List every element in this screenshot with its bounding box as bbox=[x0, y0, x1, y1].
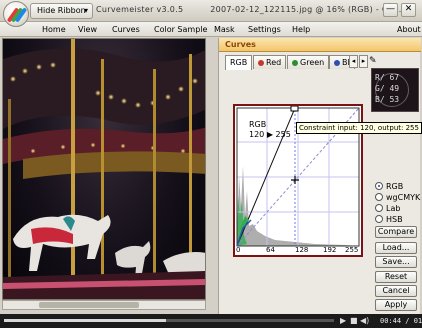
radio-lab-icon[interactable] bbox=[375, 204, 383, 212]
x-tick-64: 64 bbox=[266, 246, 275, 254]
x-tick-128: 128 bbox=[295, 246, 309, 254]
close-button[interactable]: ✕ bbox=[401, 3, 416, 17]
menu-color-sample[interactable]: Color Sample bbox=[154, 24, 207, 35]
menu-bar: Home View Curves Color Sample Mask Setti… bbox=[0, 22, 422, 37]
tab-scroll-right-icon[interactable]: ▸ bbox=[359, 55, 368, 68]
blue-channel-icon bbox=[334, 60, 340, 66]
save-button[interactable]: Save... bbox=[375, 256, 417, 268]
quick-access-dropdown-icon[interactable]: ▾ bbox=[84, 5, 88, 17]
mode-wgcmyk[interactable]: wgCMYK bbox=[375, 193, 420, 203]
green-channel-icon bbox=[292, 60, 298, 66]
document-info: 2007-02-12_122115.jpg @ 16% (RGB) - Cu..… bbox=[210, 5, 402, 14]
minimize-button[interactable]: — bbox=[383, 3, 398, 17]
x-tick-192: 192 bbox=[323, 246, 337, 254]
panel-title: Curves bbox=[225, 40, 256, 49]
stop-icon[interactable]: ■ bbox=[350, 317, 358, 325]
seek-bar[interactable] bbox=[4, 319, 334, 322]
menu-settings[interactable]: Settings bbox=[248, 24, 281, 35]
compare-button[interactable]: Compare bbox=[375, 226, 417, 238]
tab-scroll-left-icon[interactable]: ◂ bbox=[349, 55, 358, 68]
curve-output-value: 255 bbox=[275, 130, 291, 139]
mode-hsb-label: HSB bbox=[386, 215, 403, 224]
readout-b: B/ 53 bbox=[375, 95, 400, 104]
scrollbar-thumb[interactable] bbox=[39, 302, 139, 308]
tab-rgb[interactable]: RGB bbox=[225, 55, 253, 70]
mode-hsb[interactable]: HSB bbox=[375, 215, 403, 225]
tab-rgb-label: RGB bbox=[230, 58, 248, 67]
tab-red[interactable]: Red bbox=[253, 55, 287, 69]
curves-panel: Curves RGB Red Green Bl ◂ ▸ ✎ R/ 67 G/ 4… bbox=[218, 38, 422, 314]
radio-rgb-icon[interactable] bbox=[375, 182, 383, 190]
arrow-right-icon: ▶ bbox=[266, 130, 273, 139]
curve-channel-label: RGB bbox=[249, 120, 267, 129]
menu-mask[interactable]: Mask bbox=[214, 24, 235, 35]
playback-time: 00:44 / 01:29 bbox=[380, 317, 422, 325]
app-name: Curvemeister v3.0.5 bbox=[96, 5, 184, 14]
readout-g: G/ 49 bbox=[375, 84, 400, 93]
menu-curves[interactable]: Curves bbox=[112, 24, 140, 35]
radio-wgcmyk-icon[interactable] bbox=[375, 193, 383, 201]
window-title: Curvemeister v3.0.5 2007-02-12_122115.jp… bbox=[96, 5, 402, 14]
tab-green[interactable]: Green bbox=[287, 55, 330, 69]
player-bar: ▶ ■ ◀) 00:44 / 01:29 bbox=[0, 314, 422, 328]
apply-button[interactable]: Apply bbox=[375, 299, 417, 311]
carousel-photo bbox=[3, 39, 205, 299]
readout-r: R/ 67 bbox=[375, 73, 400, 82]
menu-view[interactable]: View bbox=[78, 24, 97, 35]
reset-button[interactable]: Reset bbox=[375, 271, 417, 283]
tab-green-label: Green bbox=[300, 58, 325, 67]
curve-input-value: 120 bbox=[249, 130, 265, 139]
mode-lab-label: Lab bbox=[386, 204, 401, 213]
app-orb-button[interactable] bbox=[3, 1, 29, 27]
load-button[interactable]: Load... bbox=[375, 242, 417, 254]
menu-help[interactable]: Help bbox=[292, 24, 310, 35]
tab-red-label: Red bbox=[266, 58, 282, 67]
menu-home[interactable]: Home bbox=[42, 24, 66, 35]
cancel-button[interactable]: Cancel bbox=[375, 285, 417, 297]
play-icon[interactable]: ▶ bbox=[340, 317, 346, 325]
menu-about[interactable]: About bbox=[397, 24, 421, 35]
image-horizontal-scrollbar[interactable] bbox=[2, 300, 206, 310]
mode-lab[interactable]: Lab bbox=[375, 204, 400, 214]
volume-icon[interactable]: ◀) bbox=[360, 317, 369, 325]
x-tick-255: 255 bbox=[345, 246, 359, 254]
constraint-tooltip: Constraint input: 120, output: 255 bbox=[296, 122, 422, 134]
panel-header: Curves bbox=[219, 38, 421, 52]
mode-rgb[interactable]: RGB bbox=[375, 182, 403, 192]
curve-point-values: 120 ▶ 255 bbox=[249, 130, 291, 139]
seek-progress bbox=[4, 319, 166, 322]
image-canvas[interactable] bbox=[2, 38, 206, 300]
mode-rgb-label: RGB bbox=[386, 182, 404, 191]
red-channel-icon bbox=[258, 60, 264, 66]
x-tick-0: 0 bbox=[236, 246, 241, 254]
title-bar: Hide Ribbon ▾ Curvemeister v3.0.5 2007-0… bbox=[0, 0, 422, 27]
radio-hsb-icon[interactable] bbox=[375, 215, 383, 223]
mode-wgcmyk-label: wgCMYK bbox=[386, 193, 421, 202]
eyedropper-icon[interactable]: ✎ bbox=[369, 56, 377, 66]
color-readout: R/ 67 G/ 49 B/ 53 bbox=[371, 68, 419, 112]
